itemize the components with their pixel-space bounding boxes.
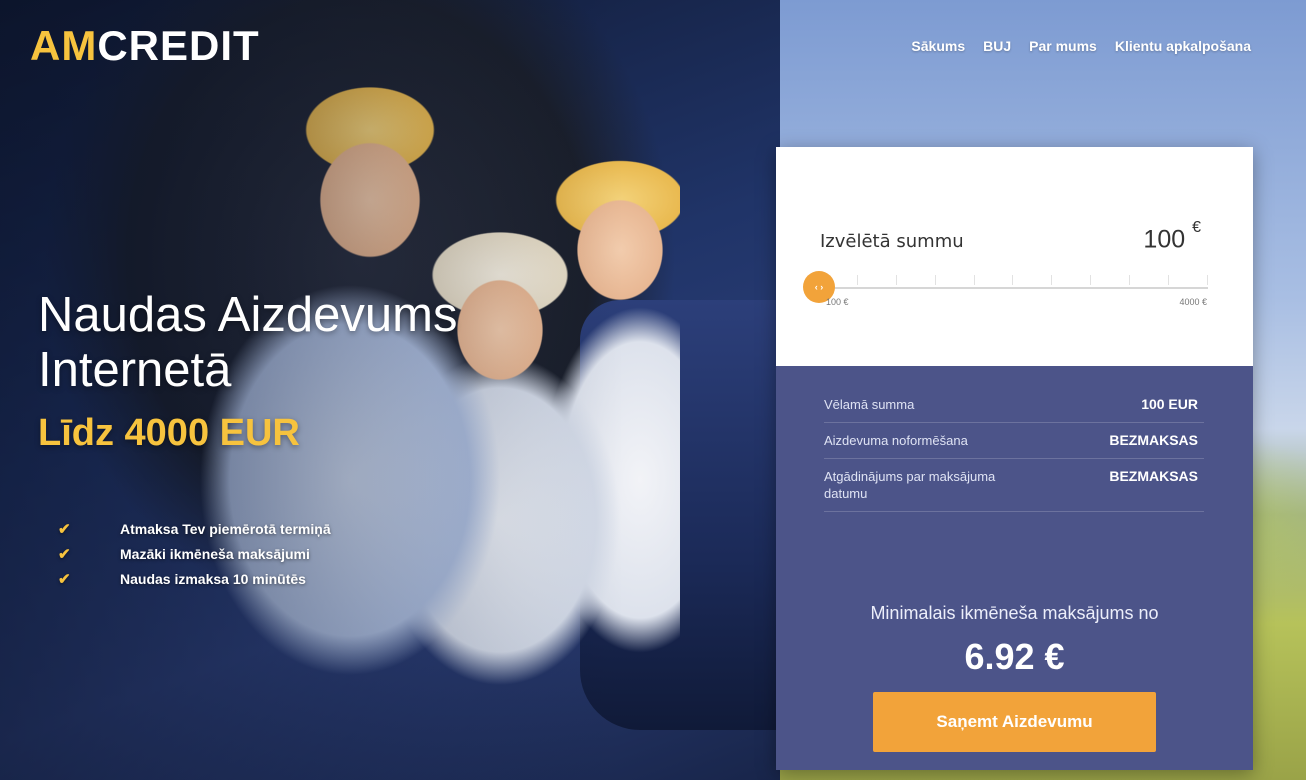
- summary-row-label: Aizdevuma noformēšana: [824, 433, 968, 448]
- logo-accent: AM: [30, 22, 98, 69]
- slider-min-label: 100 €: [826, 297, 849, 307]
- min-payment-label: Minimalais ikmēneša maksājums no: [870, 603, 1159, 623]
- min-payment-value: 6.92 €: [964, 636, 1065, 677]
- nav-item-home[interactable]: Sākums: [911, 38, 965, 54]
- nav-item-about[interactable]: Par mums: [1029, 38, 1097, 54]
- benefit-text: Atmaksa Tev piemērotā termiņā: [120, 520, 331, 537]
- check-icon: ✔: [58, 545, 71, 563]
- slider-ticks: [818, 275, 1208, 287]
- check-icon: ✔: [58, 570, 71, 588]
- summary-row-label: Vēlamā summa: [824, 397, 915, 412]
- slider-max-label: 4000 €: [1179, 297, 1207, 307]
- summary-row: Atgādinājums par maksājuma datumu BEZMAK…: [824, 468, 1204, 512]
- benefit-text: Mazāki ikmēneša maksājumi: [120, 545, 310, 562]
- nav-item-faq[interactable]: BUJ: [983, 38, 1011, 54]
- summary-row-value: 100 EUR: [1141, 396, 1198, 412]
- summary-row: Aizdevuma noformēšana BEZMAKSAS: [824, 432, 1204, 459]
- benefits-list: ✔ Atmaksa Tev piemērotā termiņā ✔ Mazāki…: [58, 516, 331, 591]
- benefit-item: ✔ Mazāki ikmēneša maksājumi: [58, 541, 331, 566]
- summary-row-label: Atgādinājums par maksājuma datumu: [824, 469, 996, 501]
- summary-row-value: BEZMAKSAS: [1109, 468, 1198, 484]
- amount-slider-track[interactable]: [818, 287, 1208, 289]
- calculator-summary-section: Vēlamā summa 100 EUR Aizdevuma noformēša…: [776, 366, 1253, 770]
- main-nav: Sākums BUJ Par mums Klientu apkalpošana: [911, 38, 1251, 54]
- selected-amount-value: 100 €: [1143, 219, 1201, 254]
- logo[interactable]: AMCREDIT: [30, 22, 260, 70]
- logo-text: CREDIT: [97, 22, 260, 69]
- hero-subheadline: Līdz 4000 EUR: [38, 412, 300, 454]
- loan-calculator: Izvēlētā summu 100 € ‹ › 100 € 4000 € Vē…: [776, 147, 1253, 770]
- benefit-text: Naudas izmaksa 10 minūtēs: [120, 570, 306, 587]
- summary-rows: Vēlamā summa 100 EUR Aizdevuma noformēša…: [824, 396, 1204, 521]
- calculator-amount-section: Izvēlētā summu 100 € ‹ › 100 € 4000 €: [776, 147, 1253, 366]
- hero-headline: Naudas Aizdevums Internetā: [38, 288, 598, 398]
- currency-symbol: €: [1192, 219, 1201, 236]
- get-loan-button[interactable]: Saņemt Aizdevumu: [873, 692, 1156, 752]
- hero-headline-line2: Internetā: [38, 343, 232, 397]
- selected-amount-number: 100: [1143, 225, 1186, 254]
- hero-headline-line1: Naudas Aizdevums: [38, 288, 458, 342]
- benefit-item: ✔ Atmaksa Tev piemērotā termiņā: [58, 516, 331, 541]
- selected-amount-label: Izvēlētā summu: [820, 231, 964, 252]
- summary-row-value: BEZMAKSAS: [1109, 432, 1198, 448]
- check-icon: ✔: [58, 520, 71, 538]
- summary-row: Vēlamā summa 100 EUR: [824, 396, 1204, 423]
- benefit-item: ✔ Naudas izmaksa 10 minūtēs: [58, 566, 331, 591]
- nav-item-customer-service[interactable]: Klientu apkalpošana: [1115, 38, 1251, 54]
